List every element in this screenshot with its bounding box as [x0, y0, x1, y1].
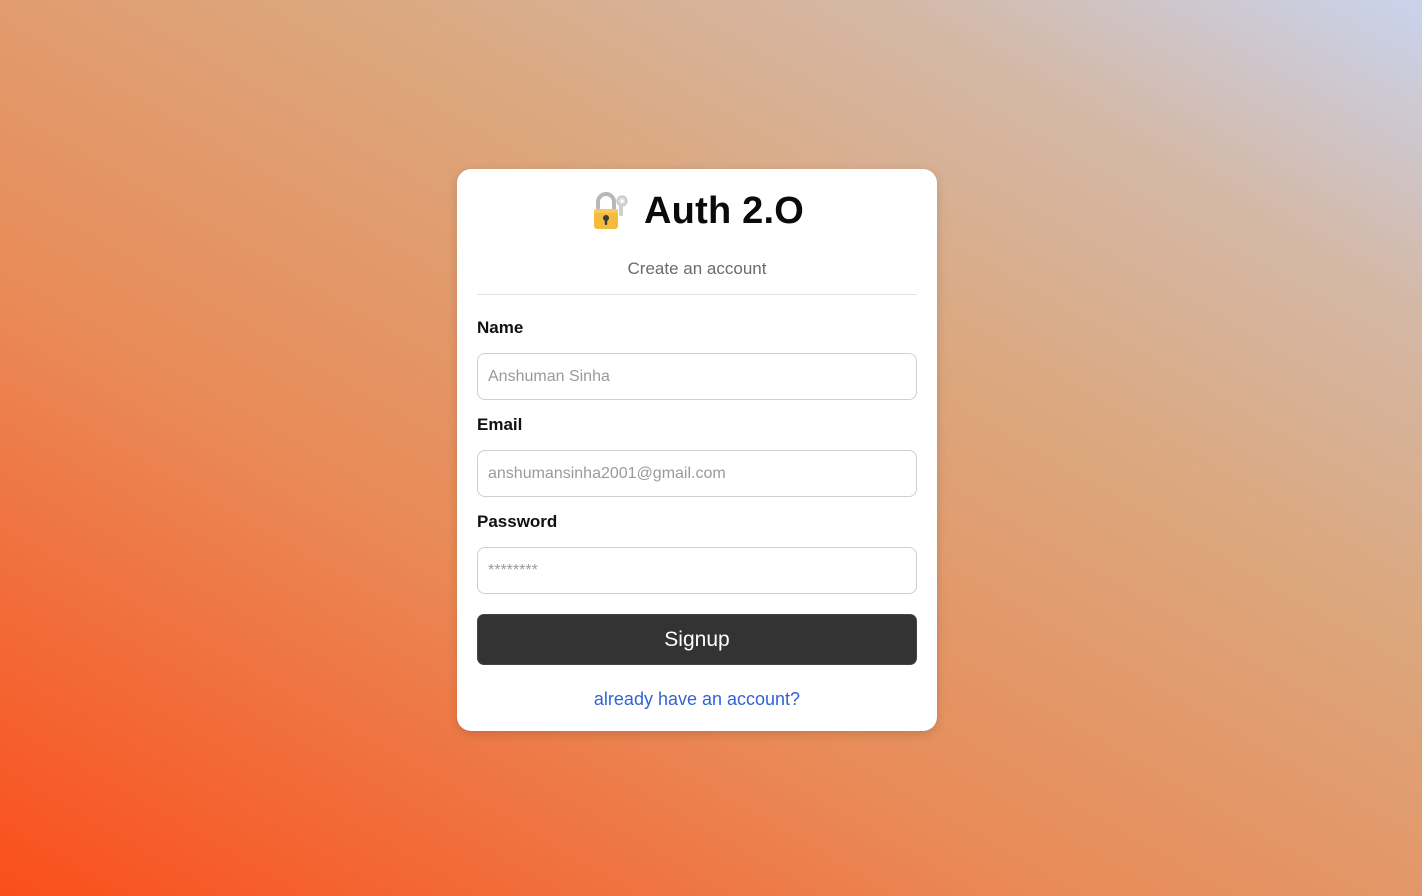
- app-title: Auth 2.O: [644, 190, 804, 232]
- email-label: Email: [477, 415, 523, 434]
- divider: [477, 294, 917, 295]
- password-field[interactable]: [477, 547, 917, 594]
- name-field[interactable]: [477, 353, 917, 400]
- login-link[interactable]: already have an account?: [457, 687, 937, 711]
- name-label: Name: [477, 318, 524, 337]
- signup-button[interactable]: Signup: [477, 614, 917, 665]
- email-field[interactable]: [477, 450, 917, 497]
- form-subtitle: Create an account: [627, 259, 767, 278]
- signup-card: Auth 2.O Create an account Name Email Pa…: [457, 169, 937, 731]
- lock-with-key-icon: [590, 190, 630, 232]
- brand-header: Auth 2.O: [457, 189, 937, 233]
- password-label: Password: [477, 512, 558, 531]
